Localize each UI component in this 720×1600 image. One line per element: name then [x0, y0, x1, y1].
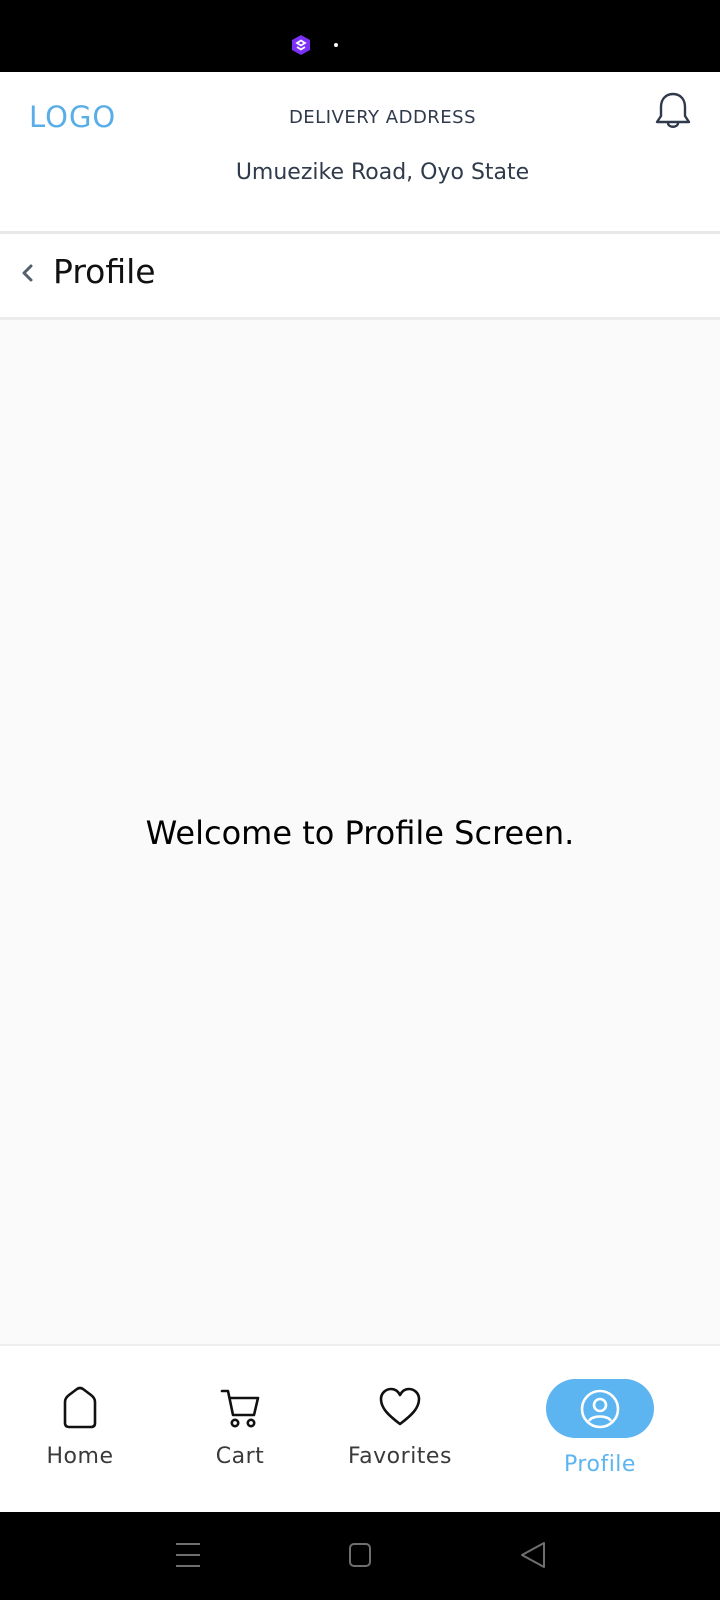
page-title: Profile [53, 252, 156, 291]
nav-label-profile: Profile [564, 1452, 636, 1477]
delivery-address-label: DELIVERY ADDRESS [288, 107, 477, 128]
back-triangle-icon[interactable] [519, 1540, 547, 1570]
home-icon [63, 1386, 97, 1429]
delivery-address-value[interactable]: Umuezike Road, Oyo State [0, 160, 720, 185]
notification-dot [334, 43, 338, 47]
system-navigation-bar [0, 1512, 720, 1600]
nav-item-favorites[interactable]: Favorites [335, 1346, 465, 1512]
status-bar [0, 0, 720, 72]
home-square-icon[interactable] [348, 1540, 372, 1570]
page-header: Profile [0, 234, 720, 320]
app-screen: LOGO DELIVERY ADDRESS Umuezike Road, Oyo… [0, 72, 720, 1512]
nav-label-favorites: Favorites [348, 1444, 452, 1469]
nav-item-cart[interactable]: Cart [190, 1346, 290, 1512]
welcome-message: Welcome to Profile Screen. [145, 814, 575, 852]
top-header: LOGO DELIVERY ADDRESS Umuezike Road, Oyo… [0, 72, 720, 234]
user-circle-icon [580, 1389, 620, 1429]
nav-label-cart: Cart [215, 1444, 265, 1469]
app-notification-icon [292, 35, 310, 55]
nav-item-home[interactable]: Home [30, 1346, 130, 1512]
cart-icon [220, 1389, 260, 1428]
bell-icon[interactable] [652, 90, 694, 134]
menu-icon[interactable] [175, 1540, 201, 1570]
bottom-navigation: Home Cart Favorites Profile [0, 1344, 720, 1512]
chevron-left-icon[interactable] [17, 262, 39, 284]
nav-item-profile[interactable]: Profile [540, 1346, 660, 1512]
nav-label-home: Home [46, 1444, 114, 1469]
heart-icon [379, 1387, 421, 1426]
